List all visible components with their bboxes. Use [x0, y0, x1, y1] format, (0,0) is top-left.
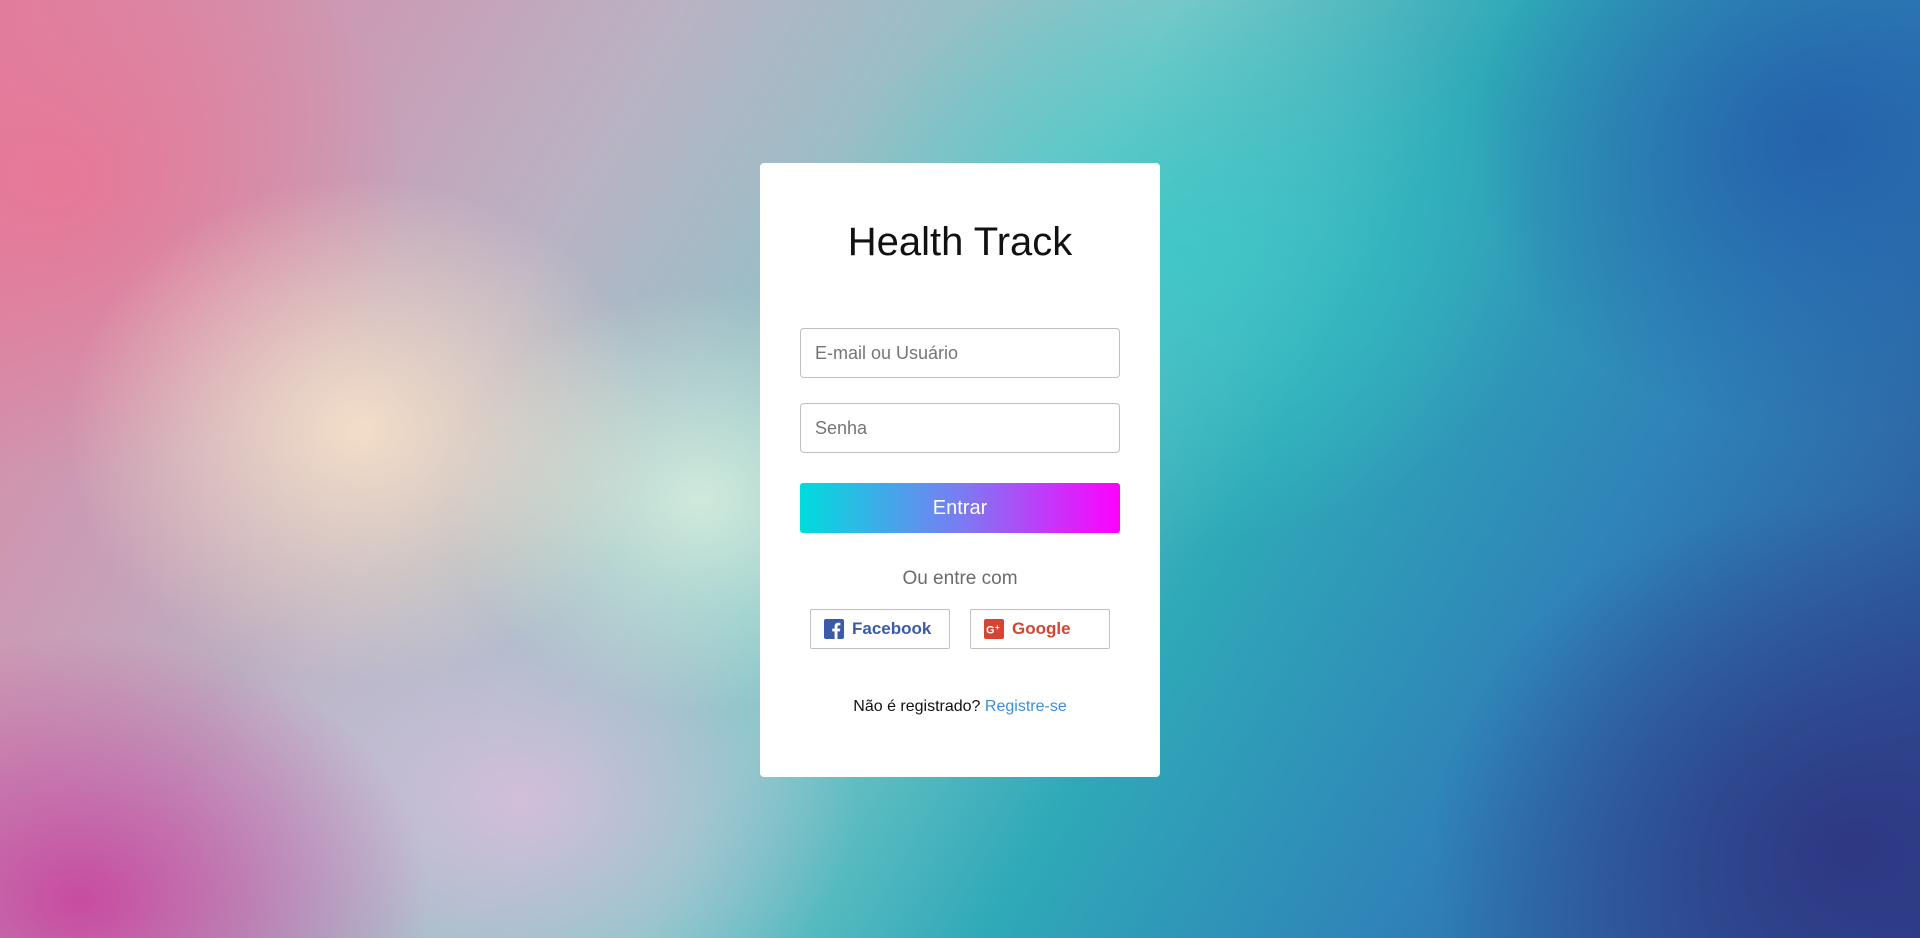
password-input[interactable] — [800, 403, 1120, 453]
google-plus-icon: G + — [984, 619, 1004, 639]
svg-text:G: G — [986, 625, 995, 637]
svg-text:+: + — [995, 623, 1000, 632]
app-title: Health Track — [847, 220, 1073, 264]
facebook-login-label: Facebook — [852, 619, 932, 638]
facebook-icon — [824, 619, 844, 639]
facebook-login-button[interactable]: Facebook — [810, 609, 950, 649]
email-input[interactable] — [800, 328, 1120, 378]
register-prompt: Não é registrado? Registre-se — [760, 698, 1160, 716]
google-login-label: Google — [1012, 619, 1071, 638]
social-divider-text: Ou entre com — [902, 568, 1018, 589]
login-card: Health Track Entrar Ou entre com Faceboo… — [760, 163, 1160, 777]
register-prompt-text: Não é registrado? — [853, 698, 981, 715]
google-login-button[interactable]: G + Google — [970, 609, 1110, 649]
login-button[interactable]: Entrar — [800, 483, 1120, 533]
register-link[interactable]: Registre-se — [985, 698, 1067, 715]
